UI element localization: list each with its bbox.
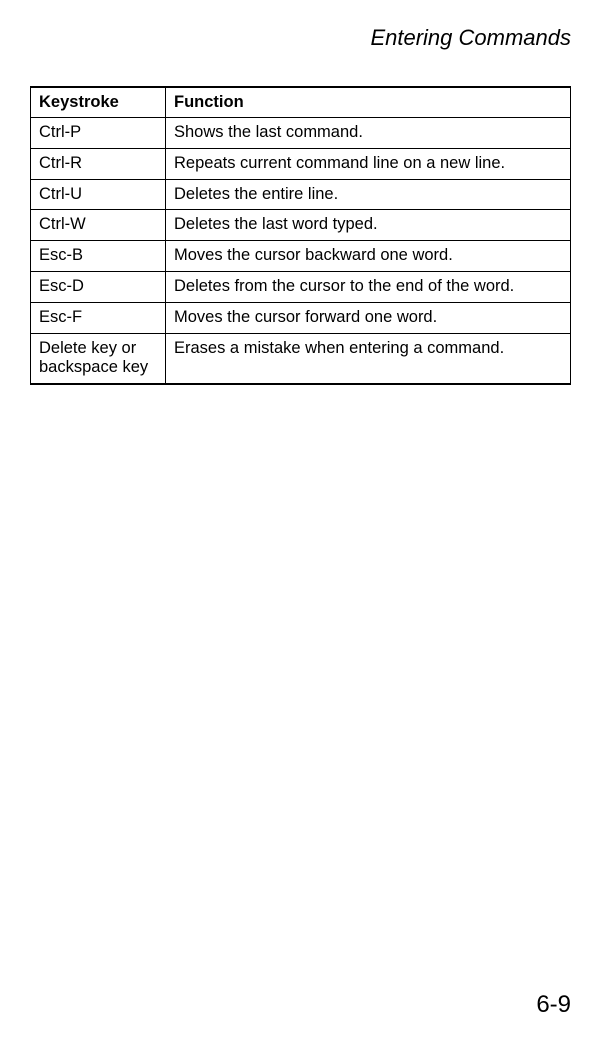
table-row: Ctrl-U Deletes the entire line. (31, 179, 571, 210)
page-number: 6-9 (536, 991, 571, 1019)
table-row: Ctrl-W Deletes the last word typed. (31, 210, 571, 241)
header-keystroke: Keystroke (31, 87, 166, 118)
cell-keystroke: Ctrl-U (31, 179, 166, 210)
page-title: Entering Commands (30, 25, 571, 51)
cell-function: Deletes from the cursor to the end of th… (166, 271, 571, 302)
table-row: Ctrl-P Shows the last command. (31, 118, 571, 149)
cell-function: Deletes the entire line. (166, 179, 571, 210)
header-function: Function (166, 87, 571, 118)
cell-keystroke: Esc-F (31, 302, 166, 333)
cell-keystroke: Ctrl-P (31, 118, 166, 149)
table-row: Delete key or backspace key Erases a mis… (31, 333, 571, 384)
table-row: Esc-B Moves the cursor backward one word… (31, 241, 571, 272)
table-row: Esc-D Deletes from the cursor to the end… (31, 271, 571, 302)
cell-keystroke: Delete key or backspace key (31, 333, 166, 384)
cell-keystroke: Ctrl-W (31, 210, 166, 241)
cell-function: Shows the last command. (166, 118, 571, 149)
table-row: Ctrl-R Repeats current command line on a… (31, 148, 571, 179)
cell-function: Moves the cursor forward one word. (166, 302, 571, 333)
table-row: Esc-F Moves the cursor forward one word. (31, 302, 571, 333)
cell-keystroke: Esc-D (31, 271, 166, 302)
cell-function: Moves the cursor backward one word. (166, 241, 571, 272)
keystroke-table: Keystroke Function Ctrl-P Shows the last… (30, 86, 571, 385)
cell-keystroke: Esc-B (31, 241, 166, 272)
cell-function: Repeats current command line on a new li… (166, 148, 571, 179)
table-header-row: Keystroke Function (31, 87, 571, 118)
cell-keystroke: Ctrl-R (31, 148, 166, 179)
cell-function: Erases a mistake when entering a command… (166, 333, 571, 384)
cell-function: Deletes the last word typed. (166, 210, 571, 241)
